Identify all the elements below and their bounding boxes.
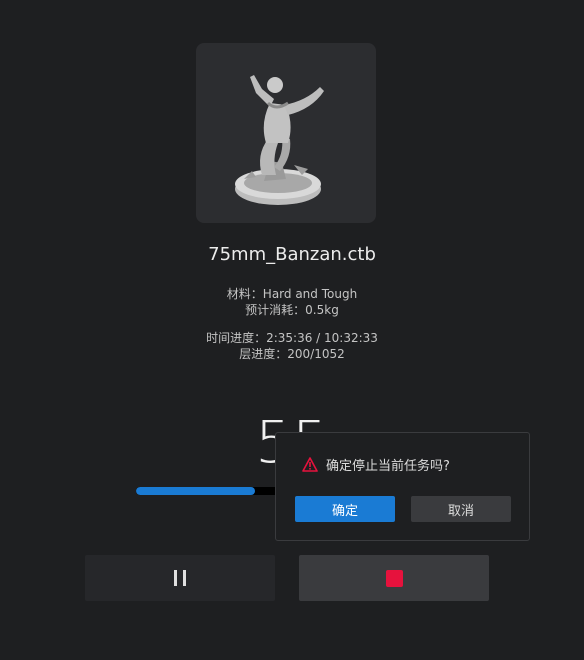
stop-icon bbox=[385, 569, 403, 587]
file-name: 75mm_Banzan.ctb bbox=[208, 244, 376, 265]
progress-bar-fill bbox=[136, 487, 255, 495]
figurine-image bbox=[235, 75, 324, 205]
consumption-line: 预计消耗：0.5kg bbox=[245, 303, 339, 317]
confirm-message: 确定停止当前任务吗? bbox=[326, 459, 450, 474]
model-thumbnail bbox=[196, 43, 376, 223]
progress-info: 时间进度：2:35:36 / 10:32:33 层进度：200/1052 bbox=[0, 330, 584, 362]
layer-progress-line: 层进度：200/1052 bbox=[239, 347, 345, 361]
pause-icon bbox=[174, 570, 186, 586]
warning-icon bbox=[302, 457, 318, 472]
confirm-cancel-button[interactable]: 取消 bbox=[411, 496, 511, 522]
time-progress-line: 时间进度：2:35:36 / 10:32:33 bbox=[206, 331, 378, 345]
pause-button[interactable] bbox=[85, 555, 275, 601]
confirm-ok-button[interactable]: 确定 bbox=[295, 496, 395, 522]
material-line: 材料：Hard and Tough bbox=[226, 287, 358, 301]
confirm-message-row: 确定停止当前任务吗? bbox=[302, 455, 450, 474]
stop-button[interactable] bbox=[299, 555, 489, 601]
stop-confirm-popover: 确定停止当前任务吗? 确定 取消 bbox=[275, 432, 530, 541]
material-info: 材料：Hard and Tough 预计消耗：0.5kg bbox=[0, 286, 584, 318]
